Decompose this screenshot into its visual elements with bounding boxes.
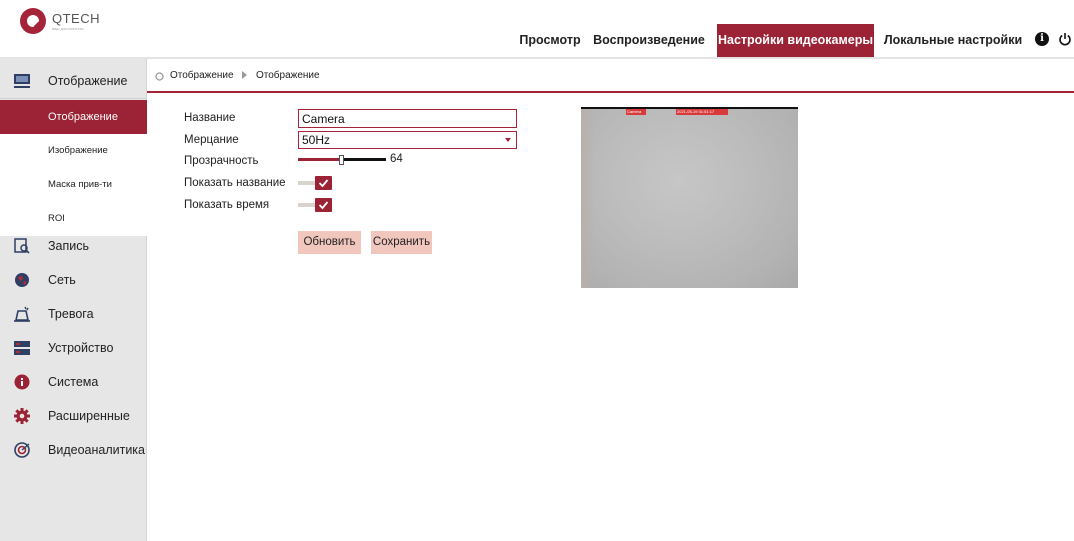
camera-preview: Camera 2021-05-19 01:51:17 — [581, 107, 798, 288]
slider-thumb[interactable] — [339, 155, 344, 165]
refresh-button[interactable]: Обновить — [298, 231, 361, 254]
save-button[interactable]: Сохранить — [371, 231, 432, 254]
sidebar-item-label: Устройство — [48, 341, 114, 355]
record-search-icon — [13, 237, 31, 255]
show-time-label: Показать время — [184, 199, 270, 211]
info-icon — [13, 373, 31, 391]
sidebar-item-label: Сеть — [48, 273, 76, 287]
transparency-value: 64 — [390, 153, 403, 165]
sidebar-item-label: Запись — [48, 239, 90, 253]
monitor-icon — [13, 72, 31, 90]
gear-icon — [13, 407, 31, 425]
submenu-item-privacy-mask[interactable]: Маска прив-ти — [0, 168, 147, 202]
camera-name-input[interactable] — [298, 109, 517, 128]
breadcrumb: Отображение Отображение — [147, 59, 1074, 93]
network-globe-icon — [13, 271, 31, 289]
slider-filled-track — [298, 158, 339, 161]
sidebar-item-system[interactable]: Система — [0, 365, 147, 399]
breadcrumb-section[interactable]: Отображение — [170, 70, 234, 81]
sidebar-item-display[interactable]: Отображение — [0, 63, 147, 99]
osd-camera-name[interactable]: Camera — [626, 109, 646, 115]
flicker-label: Мерцание — [184, 134, 239, 146]
location-pin-icon — [155, 70, 164, 81]
submenu-item-display[interactable]: Отображение — [0, 100, 147, 134]
flicker-select[interactable]: 50Hz — [298, 131, 517, 149]
brand-logo: QTECH ваш достоинство — [20, 8, 100, 34]
brand-name: QTECH — [52, 10, 100, 26]
breadcrumb-separator-icon — [242, 71, 247, 79]
transparency-label: Прозрачность — [184, 155, 259, 167]
top-header: QTECH ваш достоинство Просмотр Воспроизв… — [0, 0, 1074, 57]
sidebar-item-network[interactable]: Сеть — [0, 263, 147, 297]
nav-camera-settings[interactable]: Настройки видеокамеры — [717, 24, 874, 57]
info-icon[interactable]: i — [1035, 32, 1049, 46]
checkmark-icon — [318, 179, 329, 188]
brand-tagline: ваш достоинство — [52, 25, 84, 31]
alarm-bell-icon — [13, 305, 31, 323]
show-name-label: Показать название — [184, 177, 286, 189]
name-label: Название — [184, 112, 236, 124]
sidebar-item-device[interactable]: Устройство — [0, 331, 147, 365]
nav-local-settings[interactable]: Локальные настройки — [883, 24, 1023, 57]
nav-playback[interactable]: Воспроизведение — [592, 24, 706, 57]
sidebar-item-record[interactable]: Запись — [0, 229, 147, 263]
show-time-toggle[interactable] — [298, 198, 334, 212]
sidebar-item-video-analytics[interactable]: Видеоаналитика — [0, 433, 147, 467]
slider-empty-track — [344, 158, 386, 161]
submenu-item-image[interactable]: Изображение — [0, 134, 147, 168]
sidebar-item-label: Тревога — [48, 307, 94, 321]
storage-device-icon — [13, 339, 31, 357]
display-submenu: Отображение Изображение Маска прив-ти RO… — [0, 100, 147, 236]
show-name-toggle[interactable] — [298, 176, 334, 190]
power-icon[interactable] — [1058, 32, 1072, 46]
transparency-slider[interactable] — [298, 155, 386, 165]
breadcrumb-page: Отображение — [256, 70, 320, 81]
checkmark-icon — [318, 201, 329, 210]
sidebar-item-label: Видеоаналитика — [48, 443, 146, 457]
sidebar-item-label: Отображение — [48, 73, 128, 88]
flicker-select-value: 50Hz — [302, 133, 331, 147]
sidebar: Отображение Отображение Изображение Маск… — [0, 59, 147, 541]
qtech-logo-icon — [20, 8, 46, 34]
sidebar-item-label: Расширенные — [48, 409, 130, 423]
analytics-icon — [13, 441, 31, 459]
chevron-down-icon — [505, 138, 511, 142]
sidebar-item-label: Система — [48, 375, 99, 389]
osd-timestamp[interactable]: 2021-05-19 01:51:17 — [676, 109, 728, 115]
sidebar-item-advanced[interactable]: Расширенные — [0, 399, 147, 433]
nav-live-view[interactable]: Просмотр — [514, 24, 586, 57]
sidebar-item-alarm[interactable]: Тревога — [0, 297, 147, 331]
